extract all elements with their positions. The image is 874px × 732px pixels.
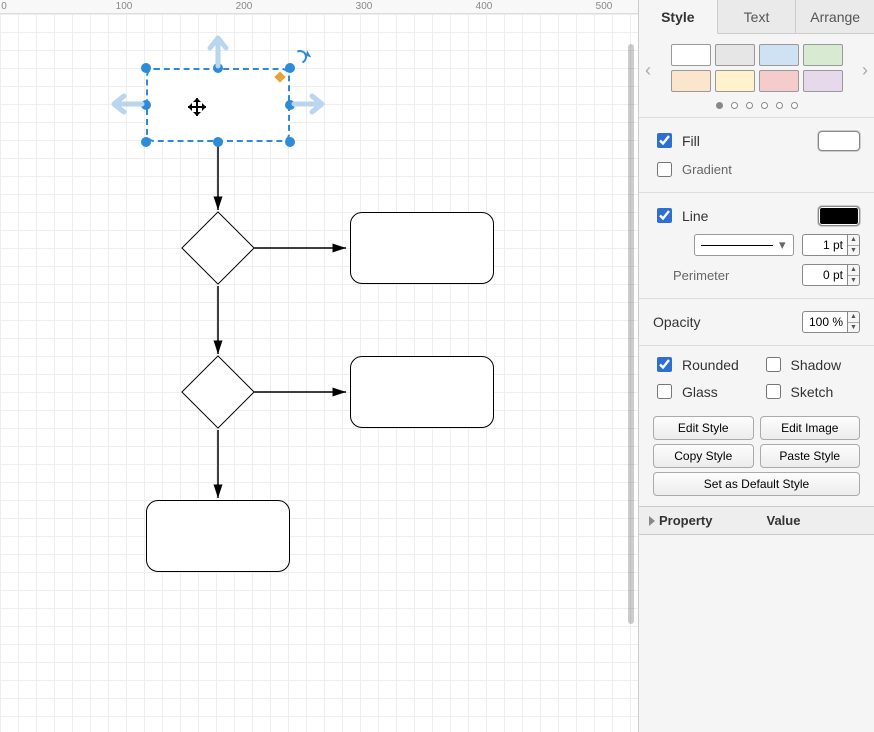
perimeter-label: Perimeter xyxy=(673,268,729,283)
step-down[interactable]: ▼ xyxy=(848,246,859,256)
swatch[interactable] xyxy=(715,70,755,92)
ruler-label: 200 xyxy=(236,1,253,12)
fill-checkbox[interactable]: Fill xyxy=(653,130,700,151)
tab-style[interactable]: Style xyxy=(639,0,718,34)
step-down[interactable]: ▼ xyxy=(848,323,859,333)
pager-dot[interactable] xyxy=(776,102,783,109)
pager-dot[interactable] xyxy=(731,102,738,109)
step-up[interactable]: ▲ xyxy=(848,312,859,323)
ruler-label: 400 xyxy=(476,1,493,12)
rotate-handle[interactable] xyxy=(291,48,309,66)
resize-handle[interactable] xyxy=(285,137,295,147)
canvas[interactable] xyxy=(0,14,638,732)
disclosure-icon[interactable] xyxy=(649,516,655,526)
ruler-label: 100 xyxy=(116,1,133,12)
shape-process[interactable] xyxy=(350,356,494,428)
edit-style-button[interactable]: Edit Style xyxy=(653,416,754,440)
line-label: Line xyxy=(682,208,708,224)
set-default-style-button[interactable]: Set as Default Style xyxy=(653,472,860,496)
fill-color[interactable] xyxy=(818,131,860,151)
opacity-input[interactable] xyxy=(802,311,848,333)
direction-arrow-left[interactable] xyxy=(108,94,142,117)
pager-dot[interactable] xyxy=(716,102,723,109)
line-style-select[interactable]: ▾ xyxy=(694,234,794,256)
swatch[interactable] xyxy=(671,70,711,92)
resize-handle[interactable] xyxy=(213,137,223,147)
paste-style-button[interactable]: Paste Style xyxy=(760,444,861,468)
shadow-checkbox[interactable]: Shadow xyxy=(762,354,861,375)
line-color[interactable] xyxy=(818,206,860,226)
tab-arrange[interactable]: Arrange xyxy=(796,0,874,33)
line-width-input[interactable] xyxy=(802,234,848,256)
swatch[interactable] xyxy=(671,44,711,66)
palette-pager xyxy=(639,96,874,117)
pager-dot[interactable] xyxy=(761,102,768,109)
palette-next[interactable]: › xyxy=(862,60,868,81)
resize-handle[interactable] xyxy=(285,63,295,73)
shape-rect-selected[interactable] xyxy=(146,68,290,142)
glass-checkbox[interactable]: Glass xyxy=(653,381,752,402)
swatch[interactable] xyxy=(803,44,843,66)
shape-decision[interactable] xyxy=(192,366,244,418)
panel-tabs: Style Text Arrange xyxy=(639,0,874,34)
gradient-checkbox[interactable]: Gradient xyxy=(653,159,732,180)
palette-prev[interactable]: ‹ xyxy=(645,60,651,81)
pager-dot[interactable] xyxy=(746,102,753,109)
shape-decision[interactable] xyxy=(192,222,244,274)
step-down[interactable]: ▼ xyxy=(848,276,859,286)
step-up[interactable]: ▲ xyxy=(848,265,859,276)
resize-handle[interactable] xyxy=(141,137,151,147)
ruler-label: 500 xyxy=(596,1,613,12)
perimeter-stepper[interactable]: ▲▼ xyxy=(802,264,860,286)
sketch-checkbox[interactable]: Sketch xyxy=(762,381,861,402)
format-panel: Style Text Arrange ‹ › Fill xyxy=(638,0,874,732)
perimeter-input[interactable] xyxy=(802,264,848,286)
style-palette: ‹ › xyxy=(639,34,874,96)
direction-arrow-right[interactable] xyxy=(294,94,328,117)
ruler-label: 0 xyxy=(1,1,7,12)
line-width-stepper[interactable]: ▲▼ xyxy=(802,234,860,256)
property-table-header: Property Value xyxy=(639,506,874,535)
shape-process[interactable] xyxy=(146,500,290,572)
move-cursor-icon xyxy=(188,98,206,116)
rounded-checkbox[interactable]: Rounded xyxy=(653,354,752,375)
fill-label: Fill xyxy=(682,133,700,149)
copy-style-button[interactable]: Copy Style xyxy=(653,444,754,468)
direction-arrow-up[interactable] xyxy=(208,32,228,69)
swatch[interactable] xyxy=(803,70,843,92)
edit-image-button[interactable]: Edit Image xyxy=(760,416,861,440)
opacity-label: Opacity xyxy=(653,314,700,330)
line-checkbox[interactable]: Line xyxy=(653,205,708,226)
swatch[interactable] xyxy=(759,44,799,66)
shape-process[interactable] xyxy=(350,212,494,284)
ruler-horizontal: 0 100 200 300 400 500 xyxy=(0,0,638,14)
swatch[interactable] xyxy=(715,44,755,66)
swatch[interactable] xyxy=(759,70,799,92)
ruler-label: 300 xyxy=(356,1,373,12)
opacity-stepper[interactable]: ▲▼ xyxy=(802,311,860,333)
gradient-label: Gradient xyxy=(682,162,732,177)
scrollbar-vertical[interactable] xyxy=(628,44,634,624)
tab-text[interactable]: Text xyxy=(718,0,797,33)
canvas-area[interactable]: 0 100 200 300 400 500 xyxy=(0,0,638,732)
step-up[interactable]: ▲ xyxy=(848,235,859,246)
pager-dot[interactable] xyxy=(791,102,798,109)
resize-handle[interactable] xyxy=(141,63,151,73)
